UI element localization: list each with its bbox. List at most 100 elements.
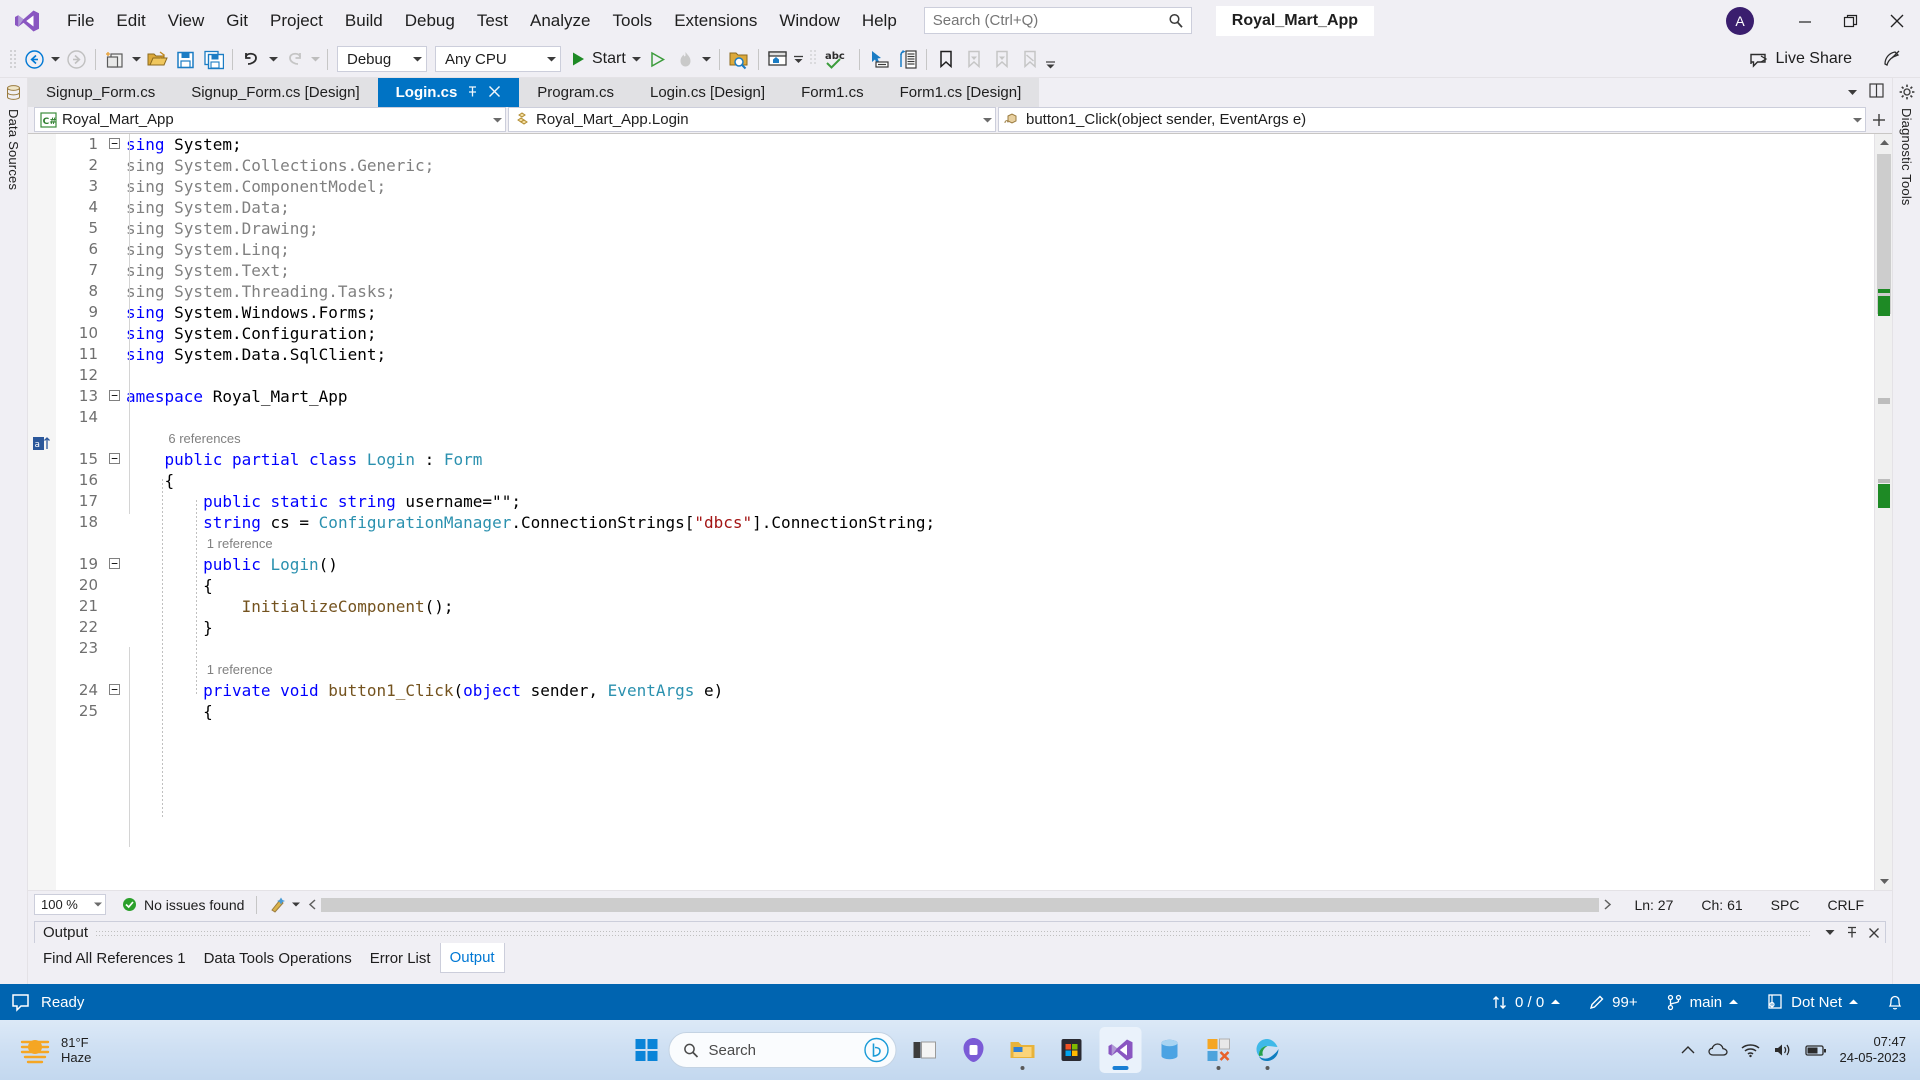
menu-help[interactable]: Help	[851, 5, 908, 37]
toggle-bookmark-button[interactable]	[932, 46, 960, 72]
tab-list-dropdown-icon[interactable]	[1846, 84, 1859, 101]
fold-column[interactable]: − − − − −	[104, 134, 126, 890]
file-explorer-button[interactable]	[1002, 1027, 1044, 1073]
tab-signup-form-cs-design[interactable]: Signup_Form.cs [Design]	[173, 78, 378, 107]
new-item-dropdown[interactable]	[129, 46, 143, 72]
fold-toggle-icon[interactable]: −	[109, 558, 120, 569]
code-text-area[interactable]: sing System; sing System.Collections.Gene…	[126, 134, 1874, 890]
menu-test[interactable]: Test	[466, 5, 519, 37]
pin-icon[interactable]	[466, 85, 479, 101]
xampp-button[interactable]	[1198, 1027, 1240, 1073]
hot-reload-button[interactable]	[672, 46, 700, 72]
teams-button[interactable]	[953, 1027, 995, 1073]
visual-studio-taskbar-button[interactable]	[1099, 1027, 1142, 1073]
search-input[interactable]	[932, 12, 1167, 29]
fold-toggle-icon[interactable]: −	[109, 684, 120, 695]
output-tab-find-all-references[interactable]: Find All References 1	[34, 943, 195, 973]
pane-drag-dots[interactable]	[96, 927, 1811, 938]
line-indicator[interactable]: Ln: 27	[1620, 897, 1687, 913]
menu-edit[interactable]: Edit	[105, 5, 156, 37]
menu-view[interactable]: View	[157, 5, 216, 37]
menu-project[interactable]: Project	[259, 5, 334, 37]
next-bookmark-button[interactable]	[988, 46, 1016, 72]
minimize-button[interactable]	[1782, 0, 1828, 41]
toolbar-grip[interactable]	[809, 48, 817, 70]
toolbar-grip[interactable]	[9, 48, 17, 70]
windows-start-button[interactable]	[632, 1035, 662, 1065]
platform-combo[interactable]: Any CPU	[435, 46, 561, 72]
undo-button[interactable]	[238, 46, 266, 72]
notifications-button[interactable]	[1872, 984, 1908, 1020]
issues-indicator[interactable]: No issues found	[122, 897, 244, 913]
menu-analyze[interactable]: Analyze	[519, 5, 601, 37]
line-ending-indicator[interactable]: CRLF	[1813, 897, 1878, 913]
scroll-left-button[interactable]	[308, 899, 317, 910]
member-combo[interactable]: button1_Click(object sender, EventArgs e…	[998, 107, 1866, 132]
quick-search-box[interactable]	[923, 7, 1192, 34]
scroll-down-button[interactable]	[1875, 873, 1893, 890]
scroll-up-button[interactable]	[1875, 134, 1893, 151]
fold-toggle-icon[interactable]: −	[109, 138, 120, 149]
repository-status[interactable]: Dot Net	[1752, 984, 1872, 1020]
type-combo[interactable]: Royal_Mart_App.Login	[508, 107, 996, 132]
new-item-button[interactable]	[101, 46, 129, 72]
vertical-split-icon[interactable]	[1869, 83, 1884, 102]
spell-check-button[interactable]: abc	[820, 46, 854, 72]
taskbar-search-box[interactable]: Search	[668, 1032, 897, 1068]
onedrive-icon[interactable]	[1707, 1042, 1728, 1058]
output-tab-data-tools-operations[interactable]: Data Tools Operations	[195, 943, 361, 973]
close-button[interactable]	[1874, 0, 1920, 41]
output-pin-button[interactable]	[1841, 923, 1863, 943]
start-without-debugging-button[interactable]	[644, 46, 672, 72]
diagnostic-tools-label[interactable]: Diagnostic Tools	[1899, 108, 1914, 206]
output-tab-output[interactable]: Output	[439, 943, 505, 973]
clear-bookmarks-button[interactable]	[1016, 46, 1044, 72]
data-sources-tool-label[interactable]: Data Sources	[6, 109, 21, 190]
editor-vertical-scrollbar[interactable]	[1874, 134, 1892, 890]
fold-toggle-icon[interactable]: −	[109, 453, 120, 464]
tab-form1-cs[interactable]: Form1.cs	[783, 78, 882, 107]
toolbar-overflow-button[interactable]	[1044, 46, 1058, 72]
source-control-sync-status[interactable]: 0 / 0	[1477, 984, 1574, 1020]
select-element-button[interactable]	[865, 46, 893, 72]
restore-button[interactable]	[1828, 0, 1874, 41]
save-button[interactable]	[171, 46, 199, 72]
undo-dropdown[interactable]	[266, 46, 280, 72]
tab-form1-cs-design[interactable]: Form1.cs [Design]	[881, 78, 1040, 107]
window-layout-dropdown[interactable]	[792, 46, 806, 72]
live-share-button[interactable]: Live Share	[1748, 50, 1852, 69]
git-branch-status[interactable]: main	[1652, 984, 1753, 1020]
menu-tools[interactable]: Tools	[602, 5, 664, 37]
menu-git[interactable]: Git	[215, 5, 259, 37]
tab-signup-form-cs[interactable]: Signup_Form.cs	[28, 78, 174, 107]
output-menu-button[interactable]	[1819, 923, 1841, 943]
menu-file[interactable]: File	[56, 5, 105, 37]
menu-debug[interactable]: Debug	[394, 5, 466, 37]
output-tab-error-list[interactable]: Error List	[361, 943, 440, 973]
microsoft-edge-button[interactable]	[1247, 1027, 1289, 1073]
quick-actions-button[interactable]	[269, 896, 301, 913]
menu-extensions[interactable]: Extensions	[663, 5, 768, 37]
scrollbar-thumb[interactable]	[321, 897, 1600, 912]
open-file-button[interactable]	[143, 46, 171, 72]
start-debug-button[interactable]: Start	[565, 46, 630, 72]
column-indicator[interactable]: Ch: 61	[1687, 897, 1756, 913]
spaces-indicator[interactable]: SPC	[1757, 897, 1814, 913]
fold-toggle-icon[interactable]: −	[109, 390, 120, 401]
output-close-button[interactable]	[1863, 923, 1885, 943]
volume-icon[interactable]	[1773, 1042, 1792, 1058]
tab-login-cs[interactable]: Login.cs	[377, 78, 520, 107]
tab-login-cs-design[interactable]: Login.cs [Design]	[631, 78, 784, 107]
show-hidden-icons-icon[interactable]	[1681, 1045, 1695, 1056]
wifi-icon[interactable]	[1741, 1043, 1760, 1058]
expand-editor-button[interactable]	[1868, 107, 1890, 132]
search-solution-explorer-button[interactable]	[725, 46, 753, 72]
task-view-button[interactable]	[904, 1027, 946, 1073]
microsoft-store-button[interactable]	[1051, 1027, 1093, 1073]
avatar[interactable]: A	[1726, 6, 1754, 35]
battery-icon[interactable]	[1804, 1043, 1827, 1057]
navigate-back-dropdown[interactable]	[48, 46, 62, 72]
gear-icon[interactable]	[1899, 84, 1915, 100]
close-tab-icon[interactable]	[488, 85, 501, 101]
start-dropdown[interactable]	[630, 46, 644, 72]
